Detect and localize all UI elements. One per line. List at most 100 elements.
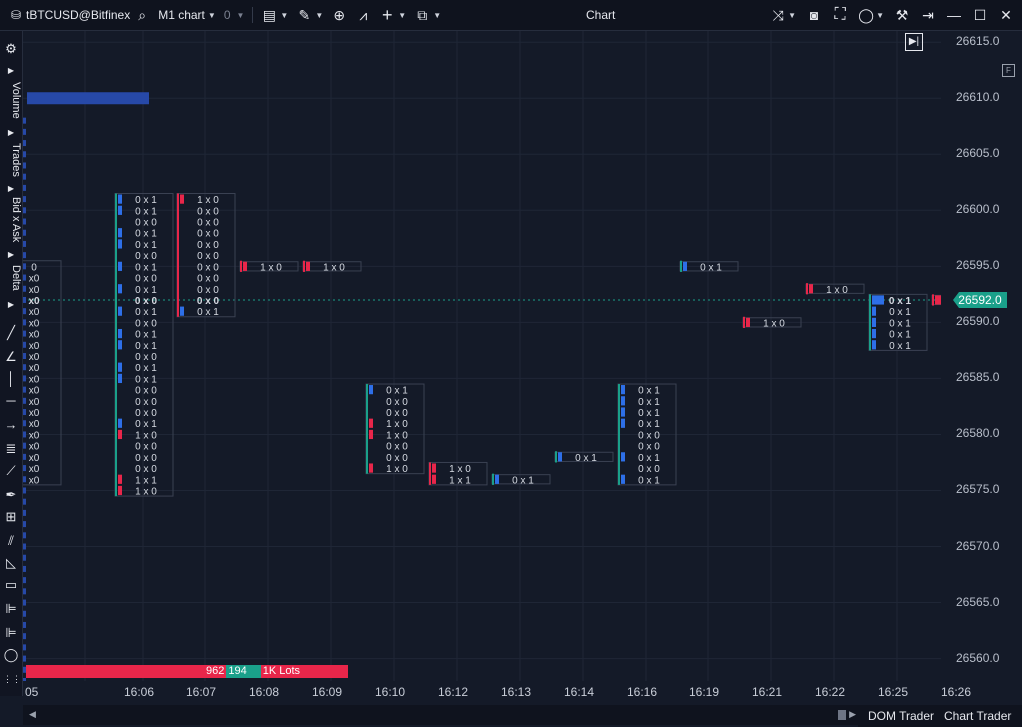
footprint-delta-bar <box>118 239 122 249</box>
tab-chart-trader[interactable]: Chart Trader <box>944 709 1011 723</box>
search-icon[interactable]: ⌕ <box>134 7 150 23</box>
rectangle-icon[interactable]: ▭ <box>3 577 19 593</box>
footprint-delta-bar <box>683 261 687 271</box>
volume-profile-bar <box>27 92 149 105</box>
volume-profile-icon[interactable]: ⊫ <box>3 601 19 617</box>
footprint-cell-text: 1 x 0 <box>449 464 471 475</box>
footprint-delta-bar <box>118 340 122 350</box>
footprint-cell-text: x0 <box>29 285 40 296</box>
footprint-chart[interactable]: 0x0x0x0x0x0x0x0x0x0x0x0x0x0x0x0x0x0x0x00… <box>23 31 941 681</box>
chat-icon[interactable]: ▤ <box>261 7 277 23</box>
zoom-icon[interactable]: ⊕ <box>331 7 347 23</box>
fib-tool-icon[interactable]: ≣ <box>3 441 19 457</box>
ellipse-icon[interactable]: ◯ <box>3 647 19 663</box>
camera-icon[interactable]: ◙ <box>806 7 822 23</box>
tab-dom-trader[interactable]: DOM Trader <box>868 709 934 723</box>
polyline-icon[interactable]: ⟋ <box>3 463 19 479</box>
footprint-delta-bar <box>118 205 122 215</box>
candle-body <box>115 193 117 497</box>
f-marker-icon[interactable]: F <box>1002 64 1015 77</box>
line-tool-icon[interactable]: ╱ <box>3 325 19 341</box>
chevron-down-icon[interactable]: ▼ <box>237 11 245 20</box>
volume-profile-bar <box>23 655 26 662</box>
footprint-cell-text: x0 <box>29 374 40 385</box>
footprint-delta-bar <box>621 474 625 484</box>
time-axis[interactable]: 05 16:06 16:07 16:08 16:09 16:10 16:12 16:13 16:… <box>23 681 971 703</box>
price-axis[interactable]: F 26615.0 26610.0 26605.0 26600.0 26595.0 265… <box>941 31 1022 681</box>
bottom-tabs: DOM Trader Chart Trader <box>858 705 1022 727</box>
maximize-icon[interactable]: ☐ <box>972 7 988 23</box>
more-icon[interactable]: ⋮⋮ <box>3 671 21 687</box>
tools-icon[interactable]: ⚒ <box>894 7 910 23</box>
volume-profile-bar <box>23 644 26 651</box>
footprint-cell-text: 0 x 0 <box>197 218 219 229</box>
footprint-cell-text: 0 x 1 <box>889 296 912 307</box>
chevron-down-icon[interactable]: ▼ <box>876 11 884 20</box>
chevron-down-icon[interactable]: ▼ <box>398 11 406 20</box>
footprint-delta-bar <box>118 362 122 372</box>
footprint-cell-text: 0 x 1 <box>512 475 534 486</box>
footprint-delta-bar <box>621 396 625 406</box>
volume-profile-bar <box>23 184 26 191</box>
volume-profile-bar <box>23 319 26 326</box>
footprint-cell-text: 0 x 0 <box>386 397 408 408</box>
footprint-cell-text: 0 x 0 <box>197 274 219 285</box>
settings-icon[interactable]: ⚙ <box>3 41 19 57</box>
volume-profile-bar <box>23 465 26 472</box>
tab-bid-ask[interactable]: Bid x Ask <box>0 195 22 245</box>
crosshair-icon[interactable]: ⤨ <box>770 7 786 23</box>
scroll-left-icon[interactable]: ◀ <box>29 709 36 720</box>
footprint-cell-text: 0 x 1 <box>135 307 157 318</box>
minimize-icon[interactable]: — <box>946 7 962 23</box>
footprint-cell-text: 1 x 0 <box>135 486 157 497</box>
volume-profile-bar <box>23 117 26 124</box>
footprint-cell-text: 0 x 1 <box>638 453 660 464</box>
chevron-down-icon[interactable]: ▼ <box>315 11 323 20</box>
chart-background <box>23 31 941 681</box>
channel-icon[interactable]: ⫽ <box>3 533 19 549</box>
candle-body <box>429 462 431 485</box>
indicators-icon[interactable]: ⩘ <box>355 7 371 23</box>
fullscreen-icon[interactable]: ⛶ <box>832 7 848 23</box>
vertical-line-icon[interactable]: │ <box>3 371 19 387</box>
tab-delta[interactable]: Delta <box>0 261 22 295</box>
scroll-thumb[interactable] <box>838 710 846 720</box>
price-label: 26600.0 <box>956 202 1000 217</box>
expand-arrow-icon[interactable]: ▶ <box>3 297 19 313</box>
chevron-down-icon[interactable]: ▼ <box>433 11 441 20</box>
window-icon[interactable]: ⧉ <box>414 7 430 23</box>
chevron-down-icon[interactable]: ▼ <box>788 11 796 20</box>
symbol-selector[interactable]: ⛁ tBTCUSD@Bitfinex <box>8 7 130 23</box>
price-label: 26590.0 <box>956 314 1000 329</box>
pencil-icon[interactable]: ✎ <box>296 7 312 23</box>
timeframe-selector[interactable]: M1 chart ▼ <box>158 8 216 22</box>
pin-icon[interactable]: ⇥ <box>920 7 936 23</box>
footprint-delta-bar <box>118 485 122 496</box>
brush-icon[interactable]: ✒ <box>3 487 19 503</box>
horizontal-line-icon[interactable]: ─ <box>3 393 19 409</box>
arrow-tool-icon[interactable]: → <box>3 417 19 433</box>
volume-profile-bar <box>23 554 26 561</box>
tab-volume[interactable]: Volume <box>0 77 22 123</box>
candle-body <box>680 260 682 272</box>
angle-tool-icon[interactable]: ∠ <box>3 349 19 365</box>
footprint-cell-text: 0 x 0 <box>135 318 157 329</box>
horizontal-scrollbar[interactable]: ◀ ▶ <box>23 705 858 725</box>
time-label: 16:16 <box>627 685 658 699</box>
circle-icon[interactable]: ◯ <box>858 7 874 23</box>
volume-profile-bar <box>23 431 26 438</box>
triangle-icon[interactable]: ◺ <box>3 555 19 571</box>
skip-to-end-icon[interactable]: ▶| <box>905 33 923 51</box>
candle-body <box>177 193 179 317</box>
close-icon[interactable]: ✕ <box>998 7 1014 23</box>
footprint-cell-text: 1 x 0 <box>260 262 282 273</box>
volume-profile-bar <box>23 173 26 180</box>
ruler-icon[interactable]: ⊞ <box>3 509 19 525</box>
scroll-right-icon[interactable]: ▶ <box>849 709 856 720</box>
volume-profile-icon[interactable]: ⊫ <box>3 625 19 641</box>
footprint-cell-text: 0 x 0 <box>197 229 219 240</box>
add-icon[interactable]: + <box>379 6 395 24</box>
tab-trades[interactable]: Trades <box>0 139 22 181</box>
chevron-down-icon[interactable]: ▼ <box>280 11 288 20</box>
footprint-delta-bar <box>809 284 813 294</box>
